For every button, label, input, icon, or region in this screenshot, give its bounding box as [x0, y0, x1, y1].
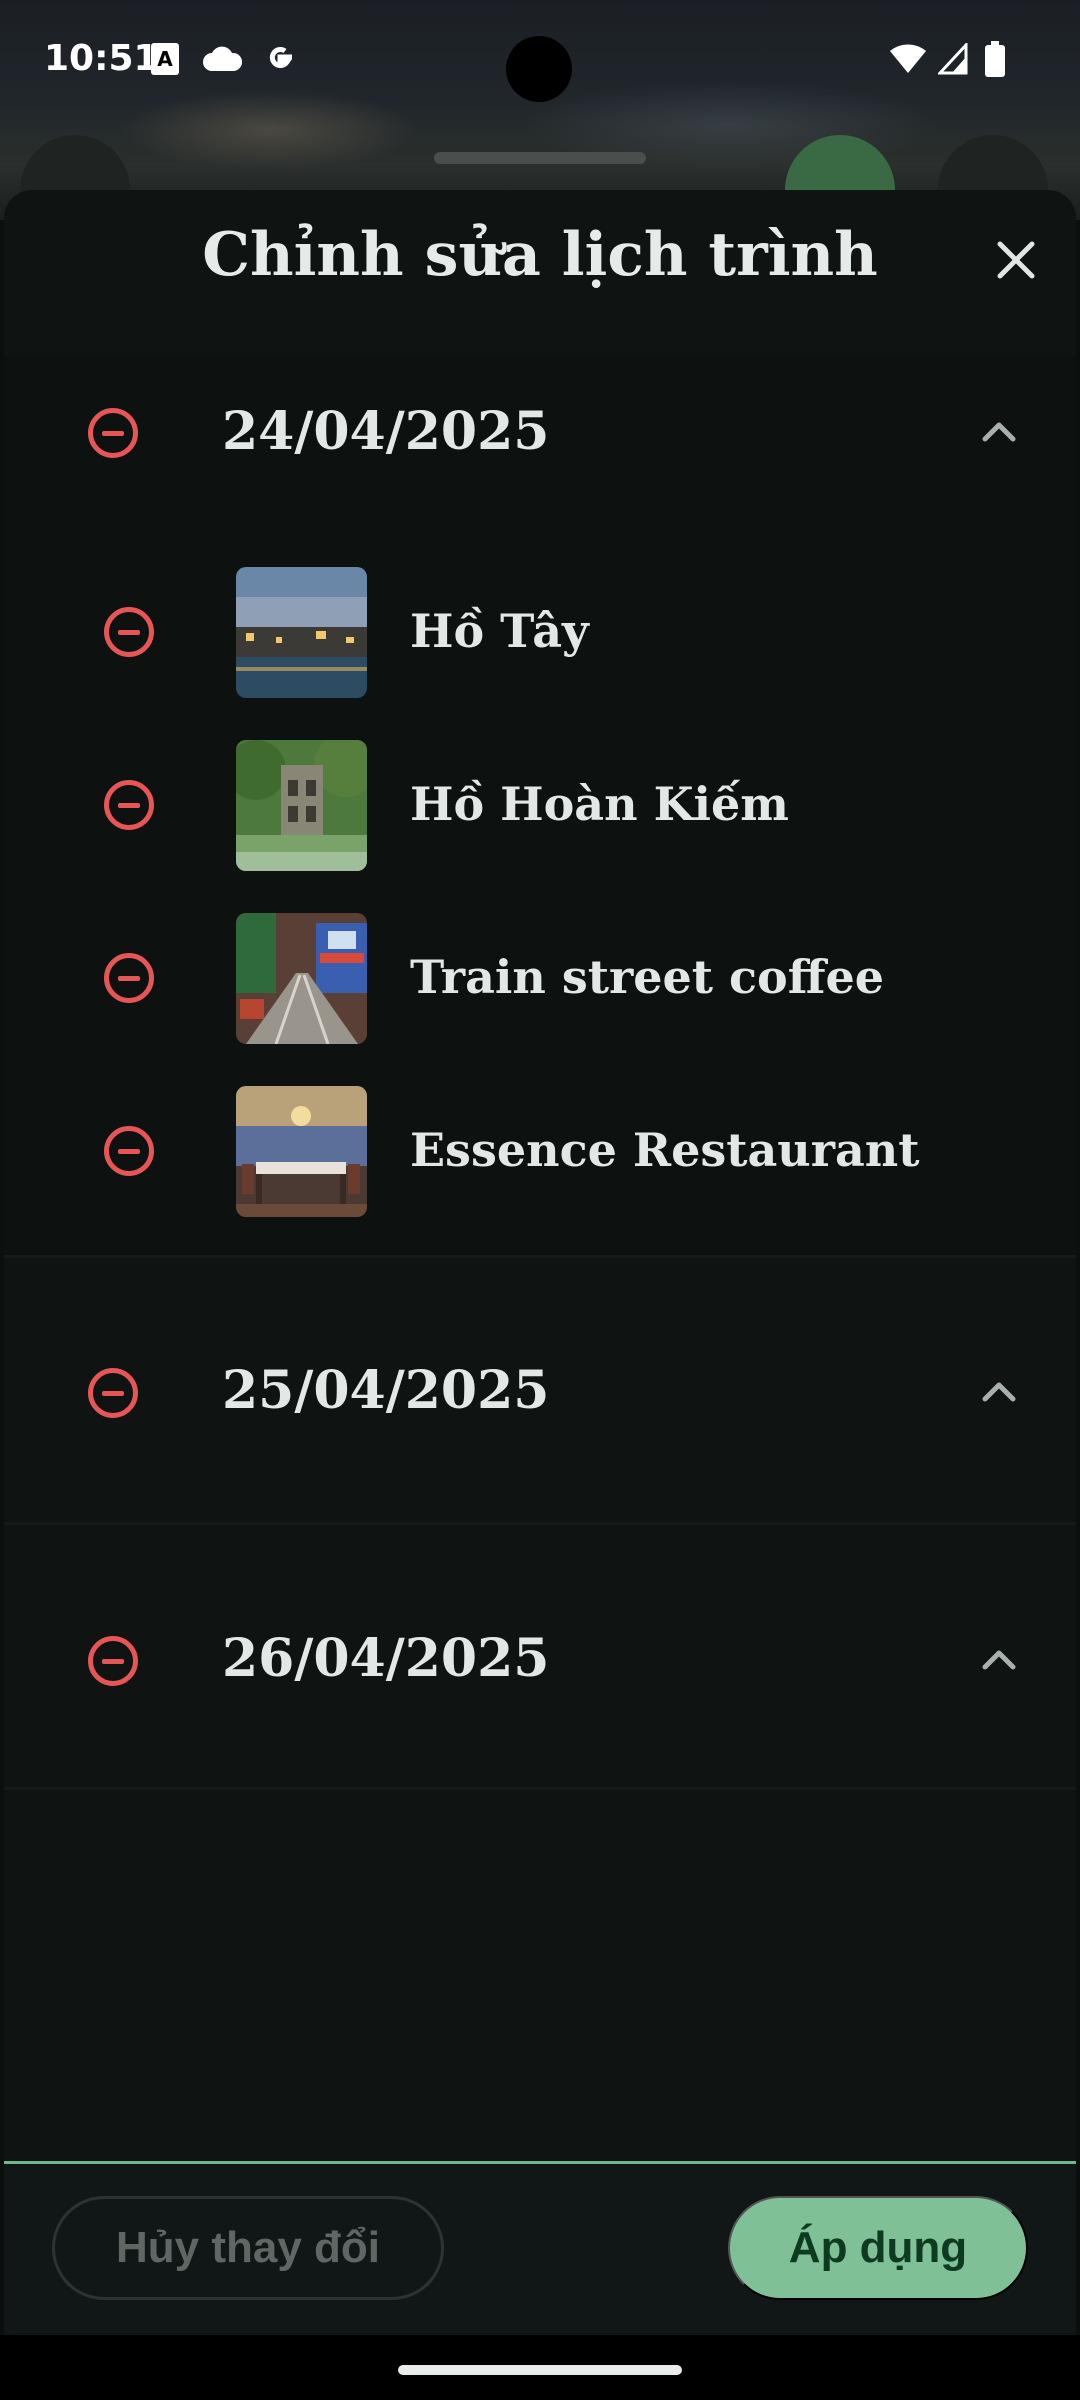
- wifi-icon: [888, 40, 928, 78]
- translate-icon: A: [150, 40, 180, 78]
- place-name: Train street coffee: [410, 950, 885, 1004]
- place-item[interactable]: Hồ Hoàn Kiếm: [0, 735, 1080, 875]
- svg-text:A: A: [157, 47, 173, 71]
- close-button[interactable]: [990, 234, 1042, 286]
- remove-place-button[interactable]: [104, 780, 154, 830]
- place-name: Hồ Tây: [410, 604, 589, 658]
- place-item[interactable]: Train street coffee: [0, 908, 1080, 1048]
- chevron-up-icon[interactable]: [979, 1641, 1019, 1681]
- place-name: Hồ Hoàn Kiếm: [410, 777, 789, 831]
- apply-button[interactable]: Áp dụng: [728, 2196, 1028, 2300]
- place-thumbnail: [236, 740, 367, 871]
- place-item[interactable]: Hồ Tây: [0, 562, 1080, 702]
- home-gesture-bar[interactable]: [398, 2365, 682, 2375]
- close-icon: [997, 241, 1035, 279]
- remove-day-button[interactable]: [88, 1368, 138, 1418]
- chevron-up-icon[interactable]: [979, 413, 1019, 453]
- remove-day-button[interactable]: [88, 1636, 138, 1686]
- section-divider: [4, 1522, 1076, 1525]
- place-name: Essence Restaurant: [410, 1123, 920, 1177]
- remove-place-button[interactable]: [104, 607, 154, 657]
- day-date: 26/04/2025: [222, 1628, 550, 1689]
- sheet-drag-handle[interactable]: [434, 152, 646, 164]
- day-header[interactable]: 24/04/2025: [4, 355, 1076, 545]
- place-thumbnail: [236, 1086, 367, 1217]
- cloud-icon: [202, 40, 242, 78]
- section-divider: [4, 1255, 1076, 1258]
- signal-icon: [938, 40, 968, 78]
- remove-day-button[interactable]: [88, 408, 138, 458]
- battery-icon: [984, 40, 1006, 78]
- camera-cutout: [506, 36, 572, 102]
- action-bar-divider: [4, 2161, 1076, 2164]
- place-item[interactable]: Essence Restaurant: [0, 1081, 1080, 1221]
- day-header[interactable]: 26/04/2025: [4, 1570, 1076, 1760]
- sheet-title: Chỉnh sửa lịch trình: [202, 220, 878, 290]
- status-time: 10:51: [44, 38, 159, 79]
- cancel-changes-button[interactable]: Hủy thay đổi: [52, 2196, 444, 2300]
- place-thumbnail: [236, 913, 367, 1044]
- day-header[interactable]: 25/04/2025: [4, 1300, 1076, 1490]
- place-thumbnail: [236, 567, 367, 698]
- remove-place-button[interactable]: [104, 953, 154, 1003]
- google-icon: [262, 40, 298, 78]
- section-divider: [4, 1787, 1076, 1790]
- day-date: 24/04/2025: [222, 401, 550, 462]
- remove-place-button[interactable]: [104, 1126, 154, 1176]
- day-date: 25/04/2025: [222, 1360, 550, 1421]
- chevron-up-icon[interactable]: [979, 1373, 1019, 1413]
